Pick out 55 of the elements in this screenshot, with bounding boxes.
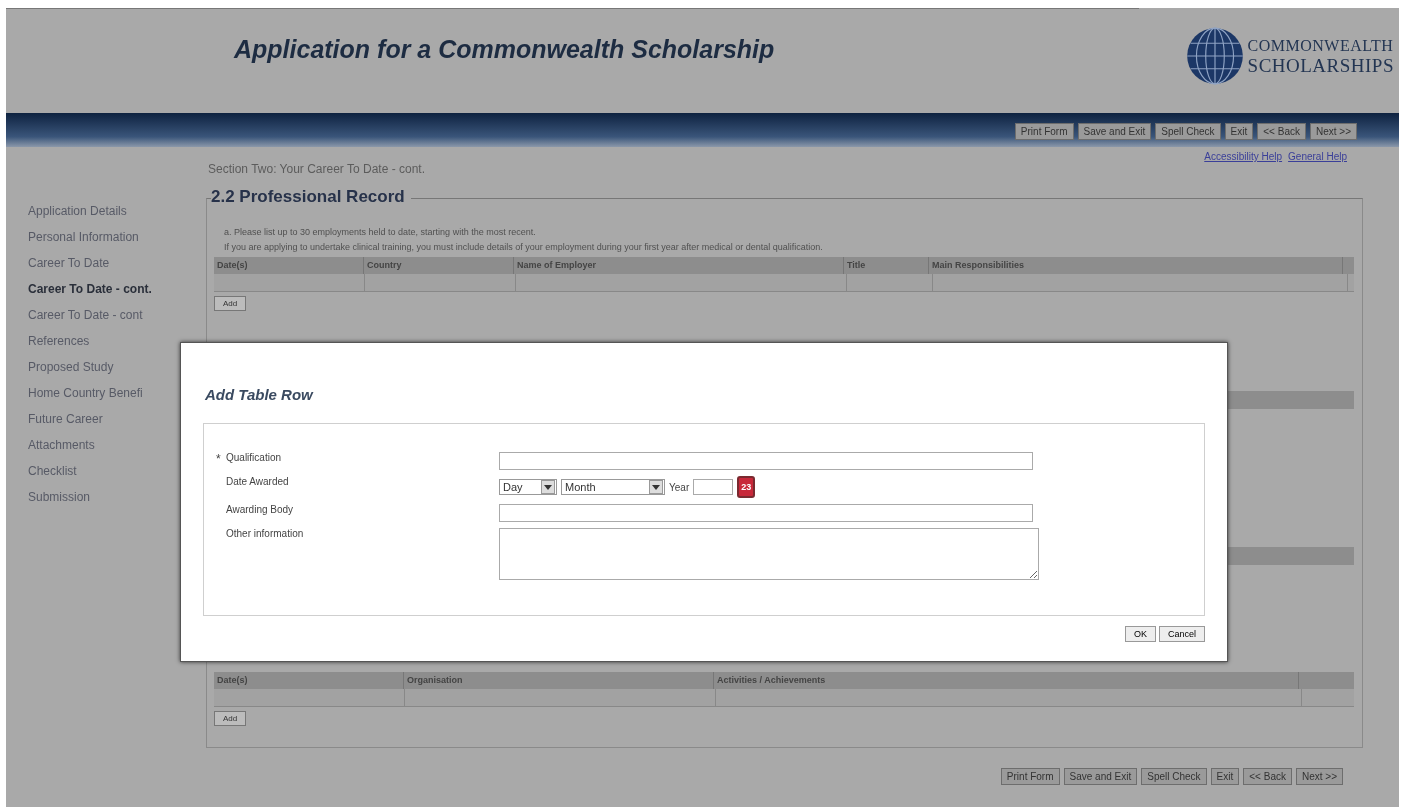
input-field[interactable]	[693, 479, 734, 495]
column-header: Organisation	[404, 672, 714, 689]
caret-icon	[652, 484, 660, 490]
toolbar-button[interactable]: << Back	[1243, 768, 1292, 785]
field-label: Year	[669, 481, 690, 493]
input-field[interactable]	[499, 452, 1033, 470]
calendar-button[interactable]: 23	[737, 476, 756, 498]
toolbar-button[interactable]: << Back	[1257, 123, 1306, 140]
help-link[interactable]: General Help	[1288, 151, 1347, 162]
instruction-text: a. Please list up to 30 employments held to date, starting with the most recent.	[224, 227, 537, 237]
column-header: Name of Employer	[514, 257, 844, 274]
column-header: Date(s)	[214, 672, 404, 689]
toolbar-button[interactable]: Spell Check	[1141, 768, 1207, 785]
sidebar-item[interactable]: Career To Date - cont.	[28, 282, 206, 296]
globe-icon	[1185, 27, 1244, 85]
sidebar-item[interactable]: Application Details	[28, 204, 206, 218]
column-header: Date(s)	[214, 257, 364, 274]
logo-text: SCHOLARSHIPS	[1247, 56, 1394, 76]
input-field[interactable]	[499, 504, 1033, 522]
instruction-text: If you are applying to undertake clinical training, you must include details of your employment during your first year after medical or dental qualification.	[224, 242, 824, 252]
column-header: Main Responsibilities	[929, 257, 1343, 274]
toolbar-button[interactable]: Save and Exit	[1077, 123, 1152, 140]
sidebar-item[interactable]: Career To Date - cont	[28, 308, 206, 322]
column-header: Country	[364, 257, 514, 274]
caret-icon	[544, 484, 552, 490]
input-field[interactable]	[499, 528, 1039, 580]
logo-text: COMMONWEALTH	[1247, 36, 1394, 56]
toolbar-button[interactable]: Spell Check	[1155, 123, 1221, 140]
toolbar-button[interactable]: Exit	[1224, 123, 1254, 140]
section-heading: Section Two: Your Career To Date - cont.	[208, 162, 426, 178]
sidebar-item[interactable]: Personal Information	[28, 230, 206, 244]
toolbar-button[interactable]: Next >>	[1295, 768, 1343, 785]
help-link[interactable]: Accessibility Help	[1204, 151, 1283, 162]
add-button[interactable]: Add	[214, 711, 247, 726]
sidebar-item[interactable]: Career To Date	[28, 256, 206, 270]
dialog-title: Add Table Row	[205, 386, 315, 403]
column-header: Activities / Achievements	[714, 672, 1299, 689]
required-mark: *	[216, 452, 222, 466]
toolbar-button[interactable]: Print Form	[1000, 768, 1060, 785]
column-header: Title	[844, 257, 929, 274]
dialog-button[interactable]: Cancel	[1159, 626, 1205, 642]
dialog-button[interactable]: OK	[1124, 626, 1156, 642]
toolbar-button[interactable]: Save and Exit	[1063, 768, 1138, 785]
dropdown[interactable]: Month	[561, 479, 665, 495]
page-title: Application for a Commonwealth Scholarship	[234, 35, 775, 64]
add-button[interactable]: Add	[214, 296, 247, 311]
toolbar-button[interactable]: Exit	[1210, 768, 1240, 785]
field-label: Qualification	[226, 452, 282, 465]
toolbar-button[interactable]: Next >>	[1309, 123, 1357, 140]
dropdown[interactable]: Day	[499, 479, 557, 495]
field-label: Awarding Body	[226, 504, 294, 515]
field-label: Other information	[226, 528, 304, 539]
sidebar-item[interactable]: References	[28, 334, 206, 348]
toolbar-button[interactable]: Print Form	[1014, 123, 1074, 140]
field-label: Date Awarded	[226, 476, 289, 487]
